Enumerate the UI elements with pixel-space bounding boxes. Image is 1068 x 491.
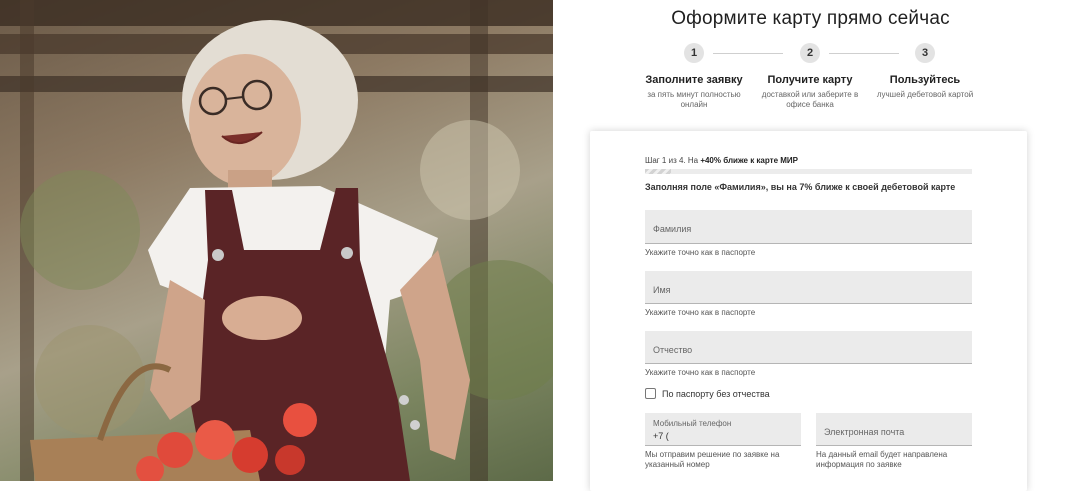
last-name-placeholder: Фамилия bbox=[653, 224, 692, 234]
progress-prefix: Шаг 1 из 4. На bbox=[645, 156, 699, 165]
email-field[interactable]: Электронная почта bbox=[816, 413, 972, 446]
first-name-placeholder: Имя bbox=[653, 285, 671, 295]
checkbox-box[interactable] bbox=[645, 388, 656, 399]
email-placeholder: Электронная почта bbox=[824, 427, 905, 437]
steps-indicator: 1 Заполните заявку за пять минут полност… bbox=[553, 43, 1068, 123]
progress-bold: +40% ближе к карте МИР bbox=[700, 156, 798, 165]
patronymic-placeholder: Отчество bbox=[653, 345, 693, 355]
step-title: Получите карту bbox=[767, 74, 853, 86]
first-name-helper: Укажите точно как в паспорте bbox=[645, 308, 756, 317]
step-title: Заполните заявку bbox=[645, 74, 743, 86]
progress-text: Шаг 1 из 4. На +40% ближе к карте МИР bbox=[645, 156, 798, 165]
first-name-field[interactable]: Имя bbox=[645, 271, 972, 304]
step-number: 3 bbox=[915, 43, 935, 63]
patronymic-field[interactable]: Отчество bbox=[645, 331, 972, 364]
step-3: 3 Пользуйтесь лучшей дебетовой картой bbox=[860, 43, 990, 100]
no-patronymic-checkbox[interactable]: По паспорту без отчества bbox=[645, 388, 770, 399]
hero-photo bbox=[0, 0, 553, 481]
email-helper: На данный email будет направлена информа… bbox=[816, 450, 948, 469]
step-subtitle: за пять минут полностью онлайн bbox=[647, 90, 741, 109]
last-name-helper: Укажите точно как в паспорте bbox=[645, 248, 756, 257]
progress-bar bbox=[645, 169, 972, 174]
phone-label: Мобильный телефон bbox=[653, 419, 732, 428]
phone-value: +7 ( bbox=[653, 431, 669, 441]
last-name-field[interactable]: Фамилия bbox=[645, 210, 972, 244]
step-number: 2 bbox=[800, 43, 820, 63]
step-title: Пользуйтесь bbox=[889, 74, 961, 86]
hero-photo-illustration bbox=[0, 0, 553, 481]
phone-helper: Мы отправим решение по заявке на указанн… bbox=[645, 450, 780, 469]
phone-field[interactable]: Мобильный телефон +7 ( bbox=[645, 413, 801, 446]
step-1: 1 Заполните заявку за пять минут полност… bbox=[629, 43, 759, 110]
progress-fill bbox=[645, 169, 672, 174]
step-number: 1 bbox=[684, 43, 704, 63]
step-subtitle: лучшей дебетовой картой bbox=[876, 90, 974, 99]
patronymic-helper: Укажите точно как в паспорте bbox=[645, 368, 756, 377]
application-form-card: Шаг 1 из 4. На +40% ближе к карте МИР За… bbox=[590, 131, 1027, 491]
step-2: 2 Получите карту доставкой или заберите … bbox=[745, 43, 875, 110]
step-subtitle: доставкой или заберите в офисе банка bbox=[761, 90, 859, 109]
progress-hint: Заполняя поле «Фамилия», вы на 7% ближе … bbox=[645, 182, 956, 192]
no-patronymic-label: По паспорту без отчества bbox=[662, 388, 770, 399]
page-title: Оформите карту прямо сейчас bbox=[671, 8, 950, 29]
